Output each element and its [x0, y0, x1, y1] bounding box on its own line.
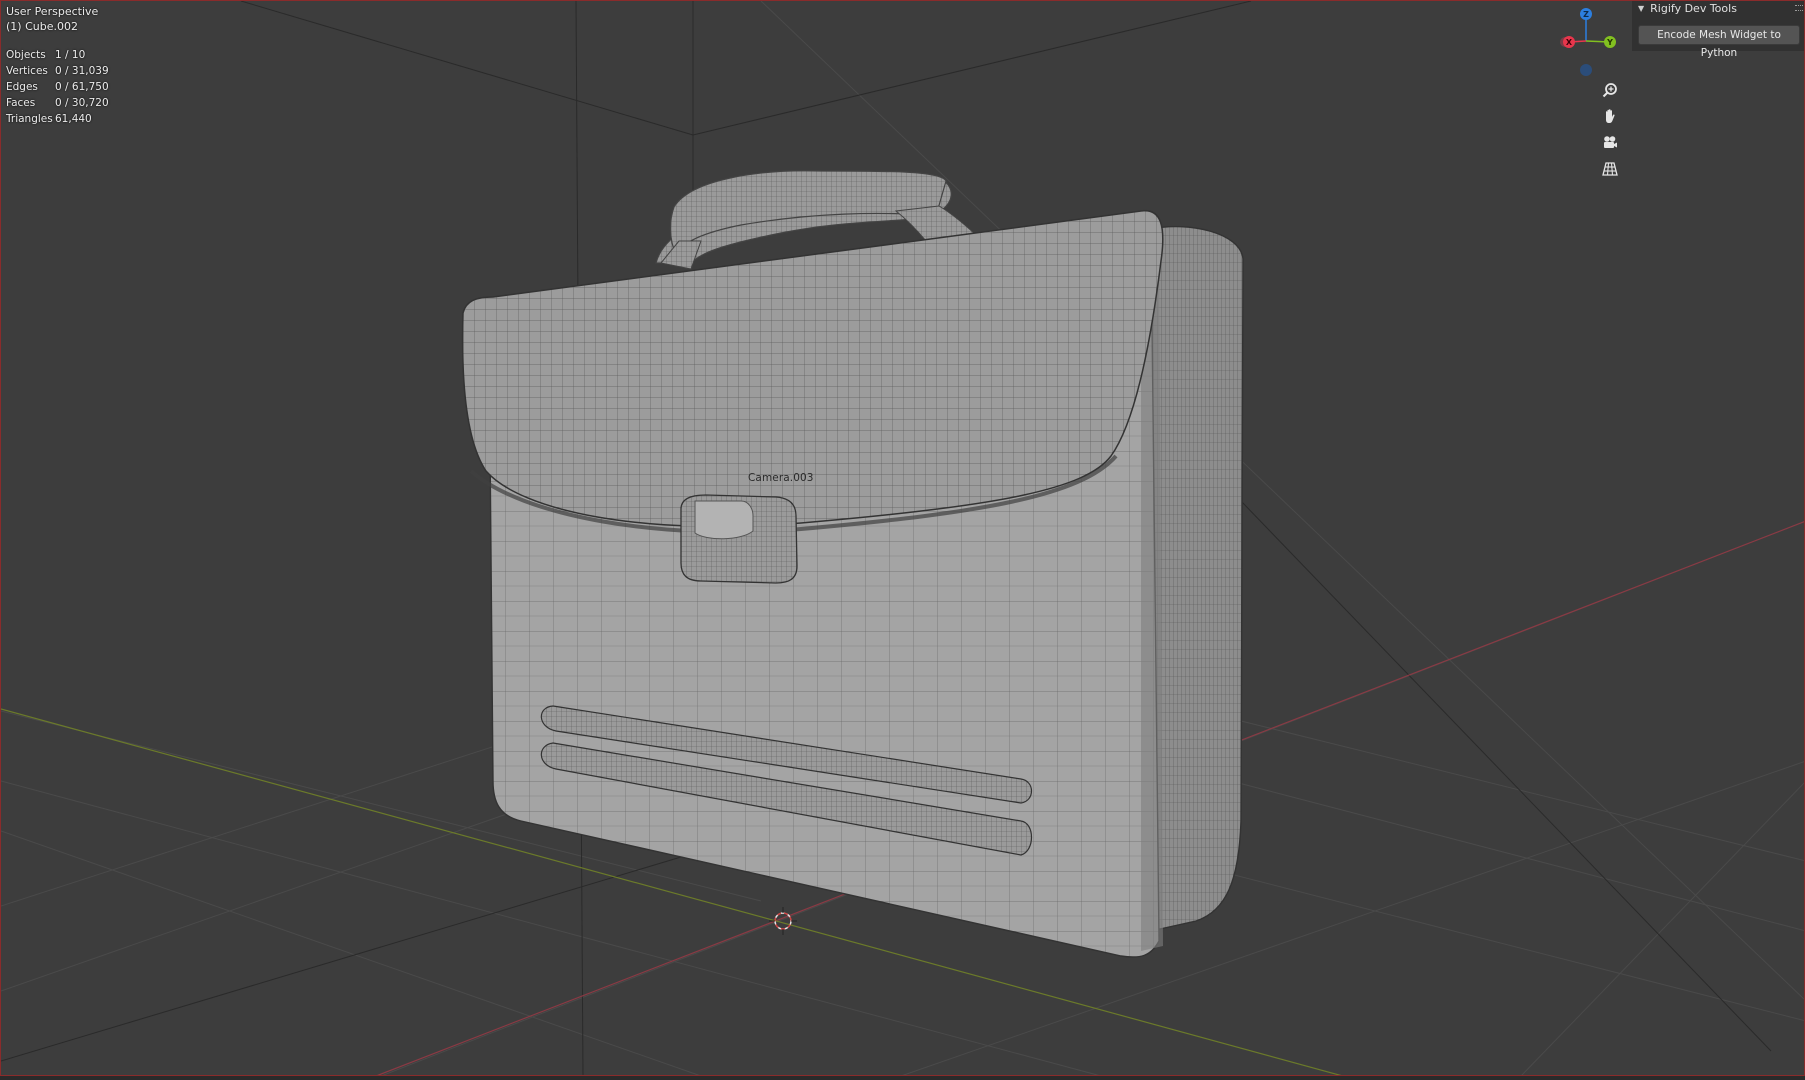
briefcase-mesh[interactable]	[461, 170, 1244, 958]
3d-cursor[interactable]	[769, 907, 797, 935]
stat-value: 61,440	[55, 113, 92, 125]
stat-label: Triangles	[6, 113, 53, 125]
camera-view-icon	[1604, 136, 1617, 148]
rigify-dev-tools-panel: ▼ Rigify Dev Tools Encode Mesh Widget to…	[1632, 1, 1804, 59]
y-axis-label: Y	[1606, 38, 1613, 47]
navigation-gizmo[interactable]: Z Y X	[1551, 5, 1621, 79]
encode-mesh-widget-button[interactable]: Encode Mesh Widget to Python	[1638, 25, 1800, 59]
panel-header[interactable]: ▼ Rigify Dev Tools	[1638, 1, 1798, 17]
stat-row: Triangles 61,440	[6, 111, 109, 127]
drag-grip-icon[interactable]	[1795, 5, 1803, 11]
stat-label: Vertices	[6, 65, 48, 77]
scene-statistics: Objects 1 / 10 Vertices 0 / 31,039 Edges 0 …	[6, 47, 109, 127]
stat-row: Faces 0 / 30,720	[6, 95, 109, 111]
stat-label: Objects	[6, 49, 46, 61]
zoom-button[interactable]	[1597, 79, 1623, 101]
neg-z-axis-handle[interactable]	[1580, 64, 1592, 76]
panel-title: Rigify Dev Tools	[1650, 2, 1737, 15]
camera-label: Camera.003	[748, 472, 814, 484]
pan-button[interactable]	[1597, 105, 1623, 127]
view-name: User Perspective	[6, 5, 99, 18]
hand-pan-icon	[1606, 109, 1615, 123]
perspective-grid-icon	[1602, 162, 1618, 176]
scene-canvas[interactable]	[1, 1, 1805, 1080]
stat-value: 0 / 61,750	[55, 81, 109, 93]
stat-row: Vertices 0 / 31,039	[6, 63, 109, 79]
collapse-triangle-icon[interactable]: ▼	[1638, 1, 1644, 17]
stat-row: Edges 0 / 61,750	[6, 79, 109, 95]
active-object-name: (1) Cube.002	[6, 20, 78, 33]
stat-label: Faces	[6, 97, 36, 109]
stat-value: 1 / 10	[55, 49, 86, 61]
stat-label: Edges	[6, 81, 38, 93]
bottom-border	[0, 1075, 1805, 1080]
stat-value: 0 / 30,720	[55, 97, 109, 109]
z-axis-label: Z	[1583, 10, 1589, 19]
3d-viewport[interactable]: Camera.003 User Perspective (1) Cube.002…	[0, 0, 1805, 1080]
camera-view-button[interactable]	[1597, 131, 1623, 153]
stat-row: Objects 1 / 10	[6, 47, 109, 63]
stat-value: 0 / 31,039	[55, 65, 109, 77]
perspective-toggle-button[interactable]	[1597, 158, 1623, 180]
zoom-icon	[1602, 83, 1617, 98]
x-axis-label: X	[1566, 38, 1573, 47]
